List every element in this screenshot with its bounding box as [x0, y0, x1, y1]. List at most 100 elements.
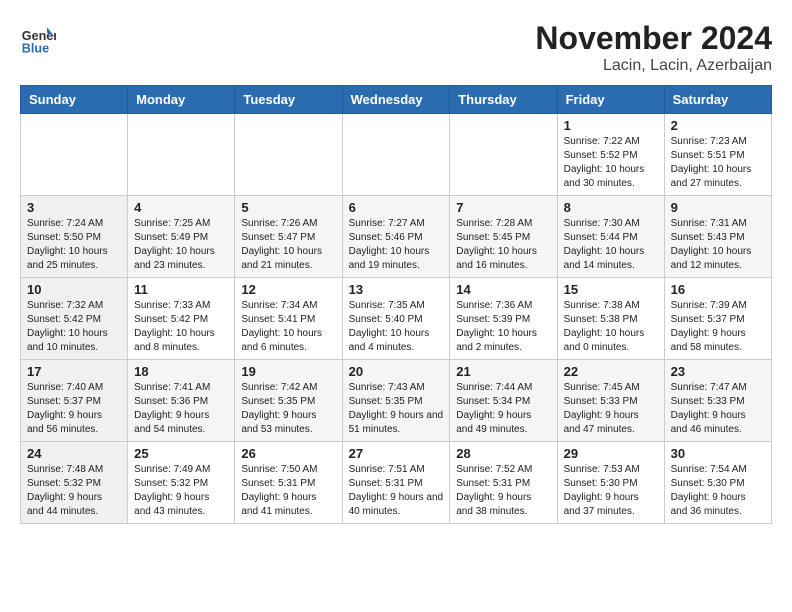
day-number: 12 — [241, 282, 335, 297]
day-info: Sunrise: 7:43 AM Sunset: 5:35 PM Dayligh… — [349, 381, 444, 437]
cell-content: 19Sunrise: 7:42 AM Sunset: 5:35 PM Dayli… — [241, 364, 335, 437]
cell-content: 2 Sunrise: 7:23 AM Sunset: 5:51 PM Daylig… — [671, 118, 765, 191]
cell-content: 13Sunrise: 7:35 AM Sunset: 5:40 PM Dayli… — [349, 282, 444, 355]
cell-content: 27Sunrise: 7:51 AM Sunset: 5:31 PM Dayli… — [349, 446, 444, 519]
calendar-cell: 21Sunrise: 7:44 AM Sunset: 5:34 PM Dayli… — [450, 360, 557, 442]
day-header-tuesday: Tuesday — [235, 86, 342, 114]
cell-content: 21Sunrise: 7:44 AM Sunset: 5:34 PM Dayli… — [456, 364, 550, 437]
day-number: 14 — [456, 282, 550, 297]
calendar-cell: 19Sunrise: 7:42 AM Sunset: 5:35 PM Dayli… — [235, 360, 342, 442]
cell-content: 6Sunrise: 7:27 AM Sunset: 5:46 PM Daylig… — [349, 200, 444, 273]
day-info: Sunrise: 7:49 AM Sunset: 5:32 PM Dayligh… — [134, 463, 228, 519]
cell-content: 28Sunrise: 7:52 AM Sunset: 5:31 PM Dayli… — [456, 446, 550, 519]
calendar-cell: 25Sunrise: 7:49 AM Sunset: 5:32 PM Dayli… — [128, 442, 235, 524]
day-number: 7 — [456, 200, 550, 215]
day-number: 20 — [349, 364, 444, 379]
title-block: November 2024 Lacin, Lacin, Azerbaijan — [535, 20, 772, 75]
day-header-monday: Monday — [128, 86, 235, 114]
day-info: Sunrise: 7:50 AM Sunset: 5:31 PM Dayligh… — [241, 463, 335, 519]
day-info: Sunrise: 7:44 AM Sunset: 5:34 PM Dayligh… — [456, 381, 550, 437]
calendar-week-row: 10 Sunrise: 7:32 AM Sunset: 5:42 PM Dayli… — [21, 278, 772, 360]
calendar-week-row: 17Sunrise: 7:40 AM Sunset: 5:37 PM Dayli… — [21, 360, 772, 442]
cell-content: 17Sunrise: 7:40 AM Sunset: 5:37 PM Dayli… — [27, 364, 121, 437]
day-header-sunday: Sunday — [21, 86, 128, 114]
calendar-cell: 27Sunrise: 7:51 AM Sunset: 5:31 PM Dayli… — [342, 442, 450, 524]
day-info: Sunrise: 7:24 AM Sunset: 5:50 PM Dayligh… — [27, 217, 121, 273]
day-info: Sunrise: 7:25 AM Sunset: 5:49 PM Dayligh… — [134, 217, 228, 273]
day-info: Sunrise: 7:33 AM Sunset: 5:42 PM Dayligh… — [134, 299, 228, 355]
calendar-week-row: 1Sunrise: 7:22 AM Sunset: 5:52 PM Daylig… — [21, 114, 772, 196]
day-info: Sunrise: 7:23 AM Sunset: 5:51 PM Dayligh… — [671, 135, 765, 191]
day-number: 24 — [27, 446, 121, 461]
day-info: Sunrise: 7:53 AM Sunset: 5:30 PM Dayligh… — [564, 463, 658, 519]
calendar-cell: 10 Sunrise: 7:32 AM Sunset: 5:42 PM Dayli… — [21, 278, 128, 360]
calendar-week-row: 24 Sunrise: 7:48 AM Sunset: 5:32 PM Dayli… — [21, 442, 772, 524]
day-info: Sunrise: 7:48 AM Sunset: 5:32 PM Dayligh… — [27, 463, 121, 519]
day-header-wednesday: Wednesday — [342, 86, 450, 114]
calendar-week-row: 3 Sunrise: 7:24 AM Sunset: 5:50 PM Daylig… — [21, 196, 772, 278]
day-header-saturday: Saturday — [664, 86, 771, 114]
calendar-cell: 28Sunrise: 7:52 AM Sunset: 5:31 PM Dayli… — [450, 442, 557, 524]
calendar-cell: 20 Sunrise: 7:43 AM Sunset: 5:35 PM Dayli… — [342, 360, 450, 442]
day-number: 29 — [564, 446, 658, 461]
day-number: 13 — [349, 282, 444, 297]
day-number: 11 — [134, 282, 228, 297]
cell-content: 18 Sunrise: 7:41 AM Sunset: 5:36 PM Dayli… — [134, 364, 228, 437]
cell-content: 20 Sunrise: 7:43 AM Sunset: 5:35 PM Dayli… — [349, 364, 444, 437]
day-number: 16 — [671, 282, 765, 297]
calendar-cell: 11 Sunrise: 7:33 AM Sunset: 5:42 PM Dayli… — [128, 278, 235, 360]
calendar-cell: 15Sunrise: 7:38 AM Sunset: 5:38 PM Dayli… — [557, 278, 664, 360]
logo-icon: General Blue — [20, 20, 56, 56]
cell-content: 11 Sunrise: 7:33 AM Sunset: 5:42 PM Dayli… — [134, 282, 228, 355]
calendar-cell: 13Sunrise: 7:35 AM Sunset: 5:40 PM Dayli… — [342, 278, 450, 360]
day-number: 22 — [564, 364, 658, 379]
day-info: Sunrise: 7:39 AM Sunset: 5:37 PM Dayligh… — [671, 299, 765, 355]
calendar-cell: 12Sunrise: 7:34 AM Sunset: 5:41 PM Dayli… — [235, 278, 342, 360]
calendar-cell: 5Sunrise: 7:26 AM Sunset: 5:47 PM Daylig… — [235, 196, 342, 278]
cell-content: 23 Sunrise: 7:47 AM Sunset: 5:33 PM Dayli… — [671, 364, 765, 437]
day-info: Sunrise: 7:51 AM Sunset: 5:31 PM Dayligh… — [349, 463, 444, 519]
day-number: 23 — [671, 364, 765, 379]
cell-content: 12Sunrise: 7:34 AM Sunset: 5:41 PM Dayli… — [241, 282, 335, 355]
calendar-cell: 2 Sunrise: 7:23 AM Sunset: 5:51 PM Daylig… — [664, 114, 771, 196]
calendar-cell: 8Sunrise: 7:30 AM Sunset: 5:44 PM Daylig… — [557, 196, 664, 278]
cell-content: 16 Sunrise: 7:39 AM Sunset: 5:37 PM Dayli… — [671, 282, 765, 355]
day-number: 18 — [134, 364, 228, 379]
calendar-table: SundayMondayTuesdayWednesdayThursdayFrid… — [20, 85, 772, 524]
calendar-cell: 6Sunrise: 7:27 AM Sunset: 5:46 PM Daylig… — [342, 196, 450, 278]
calendar-cell: 23 Sunrise: 7:47 AM Sunset: 5:33 PM Dayli… — [664, 360, 771, 442]
calendar-cell: 18 Sunrise: 7:41 AM Sunset: 5:36 PM Dayli… — [128, 360, 235, 442]
month-year-title: November 2024 — [535, 20, 772, 57]
calendar-cell: 17Sunrise: 7:40 AM Sunset: 5:37 PM Dayli… — [21, 360, 128, 442]
day-info: Sunrise: 7:47 AM Sunset: 5:33 PM Dayligh… — [671, 381, 765, 437]
calendar-cell — [342, 114, 450, 196]
day-info: Sunrise: 7:28 AM Sunset: 5:45 PM Dayligh… — [456, 217, 550, 273]
day-number: 1 — [564, 118, 658, 133]
day-number: 5 — [241, 200, 335, 215]
calendar-header-row: SundayMondayTuesdayWednesdayThursdayFrid… — [21, 86, 772, 114]
day-number: 9 — [671, 200, 765, 215]
calendar-cell: 16 Sunrise: 7:39 AM Sunset: 5:37 PM Dayli… — [664, 278, 771, 360]
calendar-cell — [235, 114, 342, 196]
day-info: Sunrise: 7:52 AM Sunset: 5:31 PM Dayligh… — [456, 463, 550, 519]
calendar-cell: 14 Sunrise: 7:36 AM Sunset: 5:39 PM Dayli… — [450, 278, 557, 360]
day-info: Sunrise: 7:36 AM Sunset: 5:39 PM Dayligh… — [456, 299, 550, 355]
calendar-cell — [128, 114, 235, 196]
day-info: Sunrise: 7:38 AM Sunset: 5:38 PM Dayligh… — [564, 299, 658, 355]
cell-content: 14 Sunrise: 7:36 AM Sunset: 5:39 PM Dayli… — [456, 282, 550, 355]
cell-content: 30Sunrise: 7:54 AM Sunset: 5:30 PM Dayli… — [671, 446, 765, 519]
calendar-cell: 30Sunrise: 7:54 AM Sunset: 5:30 PM Dayli… — [664, 442, 771, 524]
cell-content: 25Sunrise: 7:49 AM Sunset: 5:32 PM Dayli… — [134, 446, 228, 519]
day-number: 4 — [134, 200, 228, 215]
day-info: Sunrise: 7:30 AM Sunset: 5:44 PM Dayligh… — [564, 217, 658, 273]
day-number: 3 — [27, 200, 121, 215]
day-info: Sunrise: 7:32 AM Sunset: 5:42 PM Dayligh… — [27, 299, 121, 355]
day-header-friday: Friday — [557, 86, 664, 114]
day-info: Sunrise: 7:41 AM Sunset: 5:36 PM Dayligh… — [134, 381, 228, 437]
calendar-cell: 22Sunrise: 7:45 AM Sunset: 5:33 PM Dayli… — [557, 360, 664, 442]
cell-content: 26Sunrise: 7:50 AM Sunset: 5:31 PM Dayli… — [241, 446, 335, 519]
day-number: 2 — [671, 118, 765, 133]
day-number: 10 — [27, 282, 121, 297]
cell-content: 10 Sunrise: 7:32 AM Sunset: 5:42 PM Dayli… — [27, 282, 121, 355]
day-header-thursday: Thursday — [450, 86, 557, 114]
